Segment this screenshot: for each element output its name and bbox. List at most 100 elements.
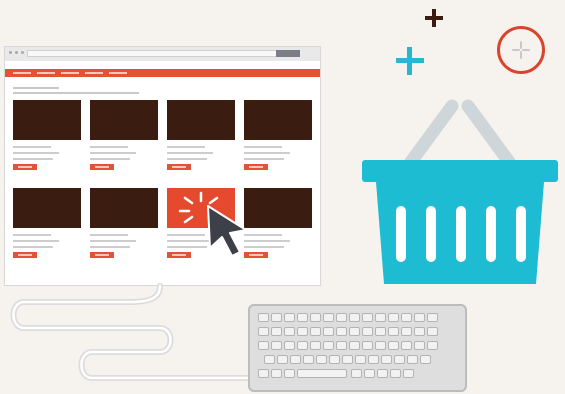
product-title — [13, 146, 51, 148]
keyboard-key — [329, 355, 340, 364]
product-image — [167, 100, 235, 140]
window-dot — [15, 51, 18, 54]
keyboard-key — [420, 355, 431, 364]
browser-window — [4, 46, 321, 286]
product-image — [90, 100, 158, 140]
keyboard-key — [377, 369, 388, 378]
keyboard-key — [290, 355, 301, 364]
browser-toolbar — [5, 47, 320, 61]
product-description — [13, 152, 59, 154]
nav-item — [37, 72, 55, 74]
keyboard-key — [375, 341, 386, 350]
add-circle-icon — [497, 26, 545, 74]
keyboard-key — [271, 341, 282, 350]
keyboard-key — [381, 355, 392, 364]
keyboard-key — [388, 313, 399, 322]
product-description — [167, 158, 207, 160]
keyboard-key — [388, 327, 399, 336]
keyboard-key — [362, 327, 373, 336]
add-to-cart-button — [90, 252, 114, 258]
mouse-pointer-icon — [207, 205, 247, 257]
nav-item — [61, 72, 79, 74]
keyboard-key — [349, 313, 360, 322]
product-title — [90, 146, 128, 148]
product-description — [167, 152, 213, 154]
keyboard-key — [375, 313, 386, 322]
keyboard-icon — [248, 304, 467, 392]
add-to-cart-button — [13, 252, 37, 258]
keyboard-key — [323, 313, 334, 322]
keyboard-key — [401, 341, 412, 350]
keyboard-key — [284, 313, 295, 322]
keyboard-key — [403, 369, 414, 378]
keyboard-key — [388, 341, 399, 350]
keyboard-key — [323, 341, 334, 350]
keyboard-key — [401, 313, 412, 322]
search-button — [276, 50, 300, 57]
keyboard-key — [401, 327, 412, 336]
keyboard-key — [303, 355, 314, 364]
keyboard-key — [414, 327, 425, 336]
product-description — [90, 152, 136, 154]
keyboard-key — [355, 355, 366, 364]
keyboard-key — [258, 313, 269, 322]
site-navigation-bar — [5, 69, 320, 77]
keyboard-key — [284, 341, 295, 350]
product-description — [13, 240, 59, 242]
keyboard-key — [297, 327, 308, 336]
product-description — [13, 246, 53, 248]
product-title — [90, 234, 128, 236]
product-description — [90, 246, 130, 248]
keyboard-key — [427, 313, 438, 322]
keyboard-key — [427, 327, 438, 336]
product-title — [167, 146, 205, 148]
add-to-cart-button — [90, 164, 114, 170]
window-dot — [9, 51, 12, 54]
keyboard-key — [310, 341, 321, 350]
keyboard-key — [362, 341, 373, 350]
keyboard-key — [342, 355, 353, 364]
product-image — [244, 188, 312, 228]
plus-icon — [425, 9, 443, 27]
keyboard-key — [297, 313, 308, 322]
keyboard-key — [349, 327, 360, 336]
keyboard-key — [284, 327, 295, 336]
keyboard-key — [375, 327, 386, 336]
add-to-cart-button — [167, 164, 191, 170]
keyboard-key — [284, 369, 295, 378]
plus-icon — [396, 47, 424, 75]
shopping-basket-icon — [362, 99, 558, 284]
keyboard-cable — [10, 283, 253, 381]
keyboard-key — [349, 341, 360, 350]
keyboard-key — [271, 327, 282, 336]
product-title — [13, 234, 51, 236]
keyboard-key — [277, 355, 288, 364]
product-description — [244, 152, 290, 154]
product-image — [244, 100, 312, 140]
keyboard-key — [264, 355, 275, 364]
keyboard-key — [368, 355, 379, 364]
keyboard-key — [390, 369, 401, 378]
nav-item — [85, 72, 103, 74]
keyboard-key — [271, 313, 282, 322]
keyboard-key — [258, 327, 269, 336]
keyboard-key — [323, 327, 334, 336]
keyboard-key — [258, 369, 269, 378]
keyboard-key — [271, 369, 282, 378]
add-to-cart-button — [13, 164, 37, 170]
add-to-cart-button — [167, 252, 191, 258]
product-description — [90, 158, 130, 160]
product-description — [90, 240, 136, 242]
product-description — [13, 158, 53, 160]
keyboard-key — [414, 313, 425, 322]
nav-item — [109, 72, 127, 74]
keyboard-key — [427, 341, 438, 350]
keyboard-key — [407, 355, 418, 364]
nav-item — [13, 72, 31, 74]
keyboard-key — [364, 369, 375, 378]
window-dot — [21, 51, 24, 54]
keyboard-key — [362, 313, 373, 322]
keyboard-key — [297, 369, 347, 378]
add-to-cart-button — [244, 164, 268, 170]
product-description — [244, 158, 284, 160]
